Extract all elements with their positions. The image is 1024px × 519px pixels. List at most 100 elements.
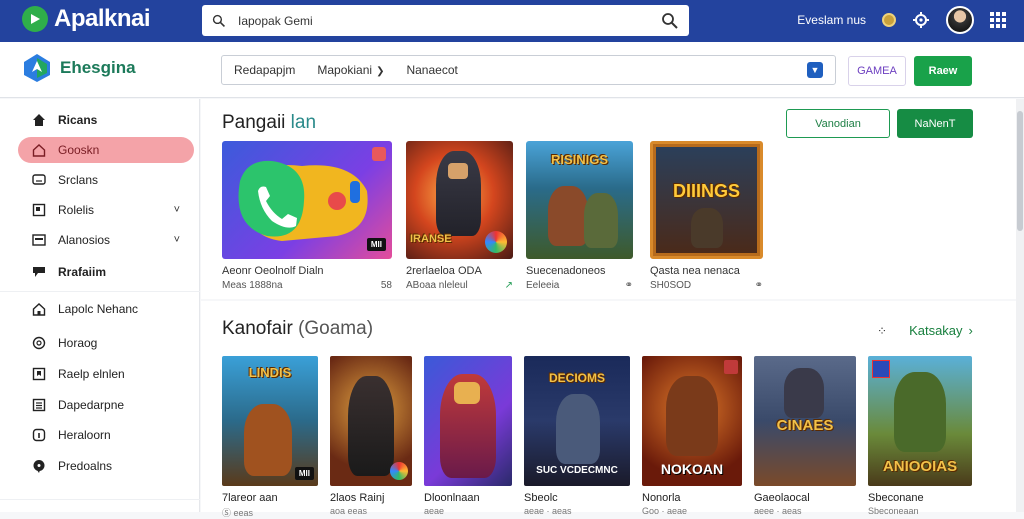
game-art-title: CINAES [776,417,834,434]
search-input[interactable]: Iapopak Gemi [226,14,661,28]
see-more-link[interactable]: ⁘ Katsakay › [877,323,973,338]
see-more-label: Katsakay [909,323,963,338]
sidebar-item-label: Heraloorn [58,428,111,442]
character-face [454,382,480,404]
search-icon [212,14,225,27]
top-bar: Apalknai Iapopak Gemi Eveslam nus [0,0,1024,42]
sidebar-item-label: Raelp elnlen [58,367,125,381]
chevron-down-icon[interactable]: ˅ [174,204,180,216]
games-section: Kanofair (Goama) ⁘ Katsakay › LINDIS MII… [201,301,1024,518]
character-art [244,404,292,476]
app-card[interactable]: DIIINGS Qasta nea nenaca SH0SOD ⚭ [650,141,763,291]
game-thumbnail[interactable]: DECIOMS SUC VCDECMNC [524,356,630,486]
game-art-title: NOKOAN [660,461,724,477]
app-card[interactable]: MII Aeonr Oeolnolf Dialn Meas 1888na 58 [222,141,392,291]
apps-grid-icon[interactable] [990,12,1006,28]
sidebar-item-label: Rolelis [58,203,95,217]
game-thumbnail[interactable]: NOKOAN [642,356,742,486]
character-art [348,376,394,476]
search-submit-icon[interactable] [661,12,679,30]
game-card[interactable]: Dloonlnaan aeae [424,356,512,516]
sidebar-item-history[interactable]: Horaog [18,330,194,356]
game-name: Dloonlnaan [424,492,480,504]
game-name: Sbeolc [524,492,558,504]
primary-action-button[interactable]: NaNenT [897,109,973,138]
view-all-button[interactable]: Vanodian [786,109,890,138]
app-thumbnail[interactable]: RISINIGS [526,141,633,259]
sidebar-item-label: Rrafaiim [58,265,107,279]
app-meta-text: SH0SOD [650,280,692,291]
store-logo-icon [24,54,50,82]
scrollbar-thumb[interactable] [1017,111,1023,231]
game-thumbnail[interactable] [330,356,412,486]
keyboard-icon [32,234,46,246]
new-button[interactable]: Raew [914,56,972,86]
game-card[interactable]: ANIOOIAS Sbeconane Sbeconeaan [868,356,972,516]
info-icon [32,428,46,442]
chevron-down-icon[interactable]: ˅ [174,234,180,246]
coin-icon[interactable] [882,13,896,27]
app-thumbnail[interactable]: DIIINGS [650,141,763,259]
app-card[interactable]: RISINIGS Suecenadoneos Eeleeia ⚭ [526,141,633,291]
vertical-scrollbar[interactable] [1016,99,1024,512]
sidebar-item-roles[interactable]: Rolelis ˅ [18,197,194,223]
store-brand-name: Ehesgina [60,58,136,77]
game-thumbnail[interactable] [424,356,512,486]
main-content: Pangaii lan Vanodian NaNenT MII Aeonr Oe… [201,99,1024,518]
app-card[interactable]: IRANSE 2rerlaeloa ODA ABoaa nleleul ↗ [406,141,513,291]
sidebar-item-info[interactable]: Heraloorn [18,422,194,448]
game-meta: aeae · aeas [524,506,572,516]
bookmark-icon [32,367,46,381]
sidebar-item-flag[interactable]: Rrafaiim [18,259,194,285]
sidebar-item-local[interactable]: Lapolc Nehanc [18,296,194,322]
sidebar-item-products[interactable]: Predoalns [18,453,194,479]
sidebar-item-screens[interactable]: Srclans [18,167,194,193]
search-bar[interactable]: Iapopak Gemi [202,5,689,36]
game-meta: Ⓢ eeas [222,508,254,518]
game-thumbnail[interactable]: CINAES [754,356,856,486]
game-art-title: LINDIS [248,365,292,380]
app-thumbnail[interactable]: MII [222,141,392,259]
filter-item[interactable]: Nanaecot [406,63,457,77]
game-card[interactable]: DECIOMS SUC VCDECMNC Sbeolc aeae · aeas [524,356,630,516]
sidebar-item-home[interactable]: Ricans [18,107,194,133]
game-art-title: ANIOOIAS [882,458,958,475]
character-art [894,372,946,452]
app-thumbnail[interactable]: IRANSE [406,141,513,259]
sidebar-item-active[interactable]: Gooskn [18,137,194,163]
section-title: Kanofair (Goama) [222,318,373,340]
avatar[interactable] [946,6,974,34]
age-badge: MII [366,238,386,251]
filter-dropdown[interactable]: Mapokiani ❯ [317,63,384,77]
filter-toggle-icon[interactable]: ▼ [807,62,823,78]
sidebar-item-help[interactable]: Raelp elnlen [18,361,194,387]
settings-icon[interactable] [912,11,930,29]
game-badge-icon [390,462,408,480]
game-meta: aoa eeas [330,506,368,516]
brand[interactable]: Apalknai [22,5,151,33]
store-brand[interactable]: Ehesgina [22,53,136,83]
game-card[interactable]: 2laos Rainj aoa eeas [330,356,412,516]
filter-bar[interactable]: Redapapjm Mapokiani ❯ Nanaecot ▼ [221,55,836,85]
game-card[interactable]: CINAES Gaeolaocal aeee · aeas [754,356,856,516]
sidebar-item-analysis[interactable]: Alanosios ˅ [18,227,194,253]
game-thumbnail[interactable]: LINDIS MII [222,356,318,486]
game-thumbnail[interactable]: ANIOOIAS [868,356,972,486]
app-meta: ABoaa nleleul ↗ [406,280,513,291]
divider [0,499,200,500]
character-art [584,193,618,248]
sidebar-item-label: Dapedarpne [58,398,125,412]
divider [0,291,200,292]
game-name: Nonorla [642,492,681,504]
game-meta: aeee · aeas [754,506,802,516]
game-card[interactable]: LINDIS MII 7lareor aan Ⓢ eeas [222,356,318,519]
game-button[interactable]: GAMEA [848,56,906,86]
app-name: Aeonr Oeolnolf Dialn [222,265,324,277]
account-link[interactable]: Eveslam nus [797,13,866,27]
sidebar-item-database[interactable]: Dapedarpne [18,392,194,418]
filter-item[interactable]: Redapapjm [234,63,295,77]
character-art [548,186,588,246]
game-art-title: RISINIGS [550,152,609,167]
featured-section: Pangaii lan Vanodian NaNenT MII Aeonr Oe… [201,99,1024,299]
game-card[interactable]: NOKOAN Nonorla Goo · aeae [642,356,742,516]
